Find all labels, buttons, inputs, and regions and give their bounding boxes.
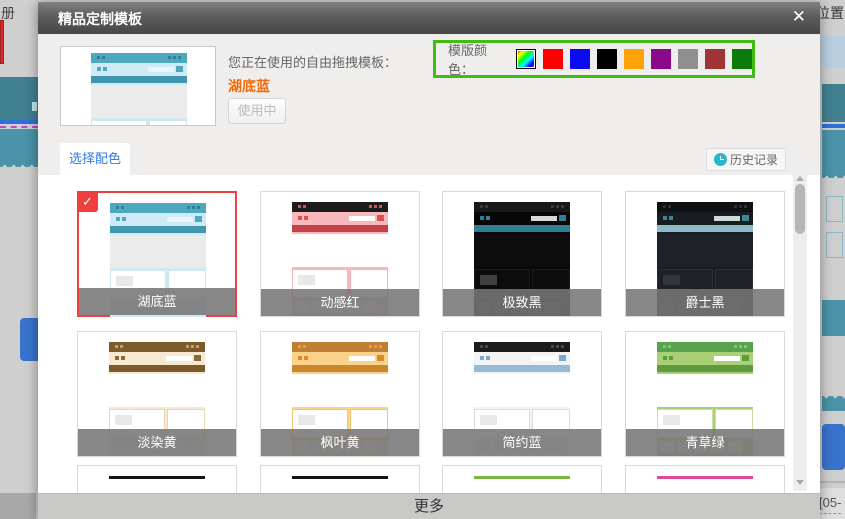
template-card-爵士黑[interactable]: ✓ 爵士黑 xyxy=(625,191,785,317)
color-swatch-red[interactable] xyxy=(543,49,563,69)
template-card-青草绿[interactable]: ✓ 青草绿 xyxy=(625,331,785,457)
color-swatch-blue[interactable] xyxy=(570,49,590,69)
bg-right-text: 位置 xyxy=(816,3,844,23)
bg-dashed-line-left xyxy=(0,126,38,128)
color-swatch-dark-red[interactable] xyxy=(705,49,725,69)
template-grid: ✓ 湖底蓝 ✓ 动感红 ✓ 极致黑 xyxy=(38,175,820,493)
dialog-title: 精品定制模板 xyxy=(58,9,142,29)
template-name: 动感红 xyxy=(320,295,359,310)
bg-teal-zigzag-left xyxy=(0,129,38,162)
bg-teal-zigzag-top-right xyxy=(822,401,845,411)
color-swatch-green[interactable] xyxy=(732,49,752,69)
bg-gray-line-right xyxy=(820,481,845,483)
template-colors-label: 模版颜色： xyxy=(448,40,506,78)
scrollbar-thumb[interactable] xyxy=(795,184,805,234)
color-swatch-gray[interactable] xyxy=(678,49,698,69)
scrollbar-down-icon[interactable] xyxy=(796,480,804,489)
template-card-partial-1[interactable] xyxy=(77,465,237,493)
in-use-button[interactable]: 使用中 xyxy=(228,98,286,124)
current-template-preview xyxy=(60,46,216,126)
template-name: 枫叶黄 xyxy=(320,435,359,450)
more-button[interactable]: 更多 xyxy=(38,493,820,519)
dialog-titlebar: 精品定制模板 ✕ xyxy=(38,2,820,34)
template-card-枫叶黄[interactable]: ✓ 枫叶黄 xyxy=(260,331,420,457)
color-swatch-rainbow[interactable] xyxy=(516,49,536,69)
bg-outline-box-2 xyxy=(826,232,843,258)
template-name: 爵士黑 xyxy=(685,295,724,310)
current-template-name: 湖底蓝 xyxy=(228,76,270,96)
color-swatch-purple[interactable] xyxy=(651,49,671,69)
bg-teal-small-right xyxy=(822,300,845,336)
template-card-partial-2[interactable] xyxy=(260,465,420,493)
bg-teal-zigzag-right xyxy=(822,130,845,173)
template-card-湖底蓝[interactable]: ✓ 湖底蓝 xyxy=(77,191,237,317)
color-swatches xyxy=(516,49,752,69)
current-template-thumbnail xyxy=(91,53,187,126)
screen: 册 位置 [05- 精品定制模板 ✕ 您正在使用的自由拖拽 xyxy=(0,0,845,519)
bg-teal-block-left xyxy=(0,77,38,121)
template-card-淡染黄[interactable]: ✓ 淡染黄 xyxy=(77,331,237,457)
bg-blue-button-right xyxy=(822,424,845,470)
color-swatch-orange[interactable] xyxy=(624,49,644,69)
template-name: 青草绿 xyxy=(685,435,724,450)
close-icon[interactable]: ✕ xyxy=(792,7,806,27)
bg-blue-button-left xyxy=(20,318,38,361)
template-name: 简约蓝 xyxy=(502,435,541,450)
premium-template-dialog: 精品定制模板 ✕ 您正在使用的自由拖拽模板： 湖底蓝 使用中 模版颜色： 选择配… xyxy=(38,2,820,519)
bg-blue-line-right xyxy=(822,124,845,128)
selected-check-icon: ✓ xyxy=(77,191,98,212)
template-card-partial-3[interactable] xyxy=(442,465,602,493)
template-card-动感红[interactable]: ✓ 动感红 xyxy=(260,191,420,317)
template-card-partial-4[interactable] xyxy=(625,465,785,493)
clock-icon xyxy=(714,153,727,166)
current-template-intro: 您正在使用的自由拖拽模板： xyxy=(228,52,397,71)
bg-bottom-dark-left xyxy=(0,493,36,519)
template-card-简约蓝[interactable]: ✓ 简约蓝 xyxy=(442,331,602,457)
history-button[interactable]: 历史记录 xyxy=(706,148,786,171)
bg-bottom-right-text: [05- xyxy=(819,495,841,514)
bg-teal-block-right xyxy=(822,84,845,122)
template-colors-panel: 模版颜色： xyxy=(433,40,755,78)
template-name: 极致黑 xyxy=(502,295,541,310)
template-name: 淡染黄 xyxy=(137,435,176,450)
scrollbar-up-icon[interactable] xyxy=(796,172,804,181)
bg-outline-box-1 xyxy=(826,196,843,222)
template-card-极致黑[interactable]: ✓ 极致黑 xyxy=(442,191,602,317)
bg-lightblue-block-right xyxy=(822,36,845,68)
bg-blue-line-left xyxy=(0,120,38,124)
template-name: 湖底蓝 xyxy=(137,294,176,309)
bg-red-bar xyxy=(0,20,4,64)
history-label: 历史记录 xyxy=(730,151,778,168)
tab-select-colors[interactable]: 选择配色 xyxy=(60,143,130,176)
color-swatch-black[interactable] xyxy=(597,49,617,69)
